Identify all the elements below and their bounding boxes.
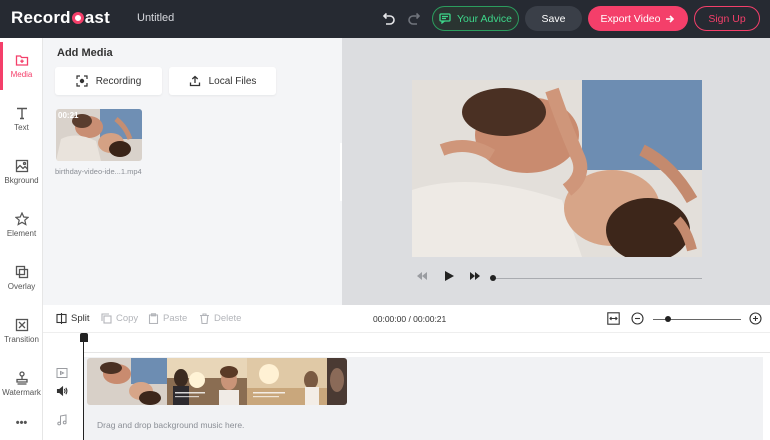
rewind-icon[interactable] [416,270,428,282]
local-files-button[interactable]: Local Files [169,67,276,95]
volume-icon[interactable] [56,385,68,397]
sign-up-button[interactable]: Sign Up [694,6,760,31]
timeline-ruler[interactable] [43,333,770,353]
fit-timeline-icon[interactable] [607,312,620,325]
playback-progress-track[interactable] [492,278,702,279]
sidebar-item-more[interactable]: ••• [0,408,43,438]
video-track-icon [56,368,68,378]
more-icon: ••• [15,417,28,429]
video-clip[interactable] [87,358,347,405]
media-panel: Add Media Recording Local Files 00:21 bi… [43,38,342,305]
playhead-handle[interactable] [80,333,88,342]
media-file-name: birthday-video-ide...1.mp4 [55,167,142,176]
split-icon [56,313,67,324]
left-sidebar: Media Text Bkground Element Overlay Tran… [0,38,43,440]
sidebar-item-overlay[interactable]: Overlay [0,254,43,302]
timeline-toolbar: Split Copy Paste Delete 00:00:00 / 00:00… [43,305,770,333]
sidebar-item-media[interactable]: Media [0,42,43,90]
copy-button[interactable]: Copy [101,313,138,324]
split-button[interactable]: Split [56,313,89,324]
export-video-button[interactable]: Export Video [588,6,688,31]
fast-forward-icon[interactable] [469,270,481,282]
play-icon[interactable] [443,270,455,282]
music-drop-hint: Drag and drop background music here. [97,420,245,430]
thumbnail-duration: 00:21 [58,111,79,120]
media-panel-title: Add Media [57,47,113,59]
redo-icon[interactable] [406,10,424,28]
media-icon [15,55,28,66]
recording-button[interactable]: Recording [55,67,162,95]
clip-frame-2 [167,358,247,405]
playhead-line [83,333,84,440]
zoom-slider-handle[interactable] [665,316,671,322]
sidebar-item-watermark[interactable]: Watermark [0,360,43,408]
your-advice-button[interactable]: Your Advice [432,6,519,31]
sidebar-item-text[interactable]: Text [0,95,43,143]
zoom-in-icon[interactable] [749,312,762,325]
clip-frame-3 [247,358,327,405]
background-icon [15,159,28,173]
timecode-display: 00:00:00 / 00:00:21 [373,314,447,324]
top-bar: Record ast Untitled Your Advice Save Expo… [0,0,770,38]
undo-icon[interactable] [379,10,397,28]
paste-icon [148,313,159,324]
save-button[interactable]: Save [525,6,582,31]
project-title[interactable]: Untitled [137,12,174,24]
watermark-icon [15,371,28,385]
sidebar-item-element[interactable]: Element [0,201,43,249]
trash-icon [200,313,209,324]
media-thumbnail[interactable]: 00:21 [56,109,142,161]
clip-frame-1 [87,358,167,405]
paste-button[interactable]: Paste [148,313,187,324]
text-icon [16,107,27,120]
timeline-area: Drag and drop background music here. [43,333,770,440]
zoom-out-icon[interactable] [631,312,644,325]
record-dot-icon [71,12,84,24]
upload-icon [189,75,200,87]
star-icon [14,212,29,226]
sidebar-item-background[interactable]: Bkground [0,148,43,196]
clip-frame-4 [327,358,347,405]
copy-icon [101,313,112,324]
chat-icon [439,13,451,24]
preview-area [342,38,770,305]
sidebar-item-transition[interactable]: Transition [0,307,43,355]
transition-icon [15,318,28,332]
playback-progress-handle[interactable] [490,275,496,281]
video-preview[interactable] [412,80,702,257]
delete-button[interactable]: Delete [199,313,241,324]
app-logo[interactable]: Record ast [11,8,110,28]
music-note-icon [57,414,67,426]
overlay-icon [15,265,28,279]
record-screen-icon [76,75,88,87]
video-frame-image [412,80,702,257]
arrow-right-icon [666,14,675,23]
